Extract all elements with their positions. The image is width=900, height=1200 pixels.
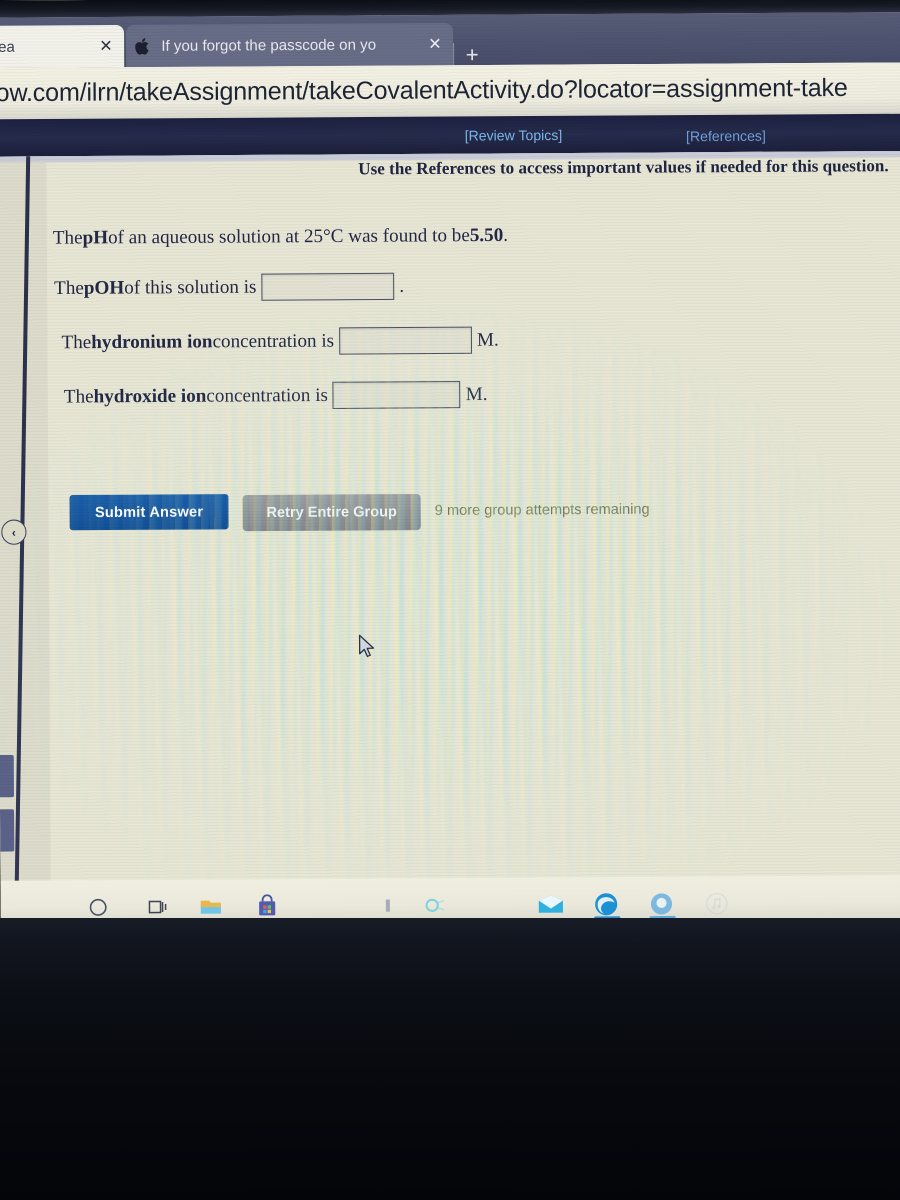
edge-tab-chip-1[interactable] [0,754,15,798]
loop-icon[interactable] [423,892,449,918]
hydronium-unit: M. [476,328,499,351]
label-pre: The [61,331,92,353]
laptop-screen: ing and lea ✕ If you forgot the passcode… [0,0,900,925]
assignment-page [0,150,900,925]
laptop-photo: ing and lea ✕ If you forgot the passcode… [0,0,900,1200]
label-pre: The [54,277,84,299]
app-icon-small[interactable] [375,892,401,918]
references-link[interactable]: [References] [686,128,766,145]
label-bold-hydroxide: hydroxide ion [93,385,207,407]
label-mid: concentration is [206,384,328,407]
task-view-icon[interactable] [144,894,170,920]
label-mid: concentration is [212,329,335,352]
attempts-remaining-text: 9 more group attempts remaining [434,501,650,520]
submit-answer-button[interactable]: Submit Answer [69,494,229,531]
label-mid: of this solution is [124,276,257,299]
hydronium-input[interactable] [339,326,472,355]
browser-tab-inactive[interactable]: If you forgot the passcode on yo ✕ [125,22,454,68]
apple-logo-icon [134,37,152,55]
prompt-mid: of an aqueous solution at 25°C was found… [108,225,470,249]
hydroxide-input[interactable] [332,381,461,409]
references-instruction: Use the References to access important v… [358,156,889,179]
tab-close-icon[interactable]: ✕ [425,34,445,54]
tab-title: If you forgot the passcode on yo [161,35,377,55]
prompt-end: . [503,224,509,246]
retry-entire-group-button[interactable]: Retry Entire Group [242,493,421,532]
microsoft-store-icon[interactable] [254,893,280,919]
prompt-bold-ph: pH [82,227,109,249]
hydroxide-unit: M. [465,383,488,405]
file-explorer-icon[interactable] [198,894,224,920]
sidebar-collapse-button[interactable]: ‹ [1,519,27,545]
answer-row-hydronium: The hydronium ion concentration is M. [61,326,499,356]
mouse-cursor-icon [358,634,376,660]
cortana-icon[interactable] [85,894,111,920]
windows-taskbar [0,875,900,925]
tab-title: ing and lea [0,38,15,56]
browser-tab-active[interactable]: ing and lea ✕ [0,24,125,69]
answer-row-poh: The pOH of this solution is . [54,272,405,302]
label-pre: The [63,385,94,408]
prompt-ph-value: 5.50 [469,224,504,247]
address-bar[interactable]: ow.com/ilrn/takeAssignment/takeCovalentA… [0,62,900,120]
label-bold-poh: pOH [83,276,125,299]
laptop-deck: hp [0,918,900,1200]
review-topics-link[interactable]: [Review Topics] [465,127,563,144]
tab-close-icon[interactable]: ✕ [96,36,116,56]
edge-icon[interactable] [592,891,620,917]
prompt-pre: The [52,227,83,249]
music-icon[interactable] [703,890,731,916]
answer-row-hydroxide: The hydroxide ion concentration is M. [64,381,488,411]
question-prompt: The pH of an aqueous solution at 25°C wa… [53,225,508,250]
poh-unit: . [399,275,405,297]
mail-icon[interactable] [536,891,566,917]
edge-tab-chip-2[interactable] [0,809,15,852]
url-text: ow.com/ilrn/takeAssignment/takeCovalentA… [0,73,848,108]
label-bold-hydronium: hydronium ion [91,330,213,353]
poh-input[interactable] [261,272,395,301]
edge-secondary-icon[interactable] [647,891,675,917]
browser-tab-strip: ing and lea ✕ If you forgot the passcode… [0,12,900,69]
tab-divider [453,43,455,66]
